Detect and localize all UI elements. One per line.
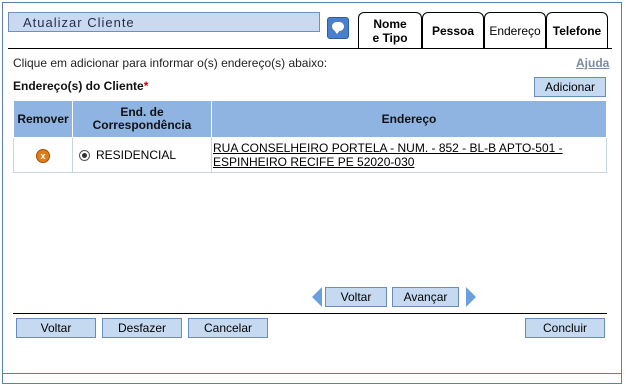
column-header-remove: Remover bbox=[13, 100, 73, 138]
required-mark: * bbox=[143, 79, 149, 93]
remove-icon[interactable]: x bbox=[36, 148, 50, 163]
correspondence-cell: RESIDENCIAL bbox=[72, 137, 212, 173]
pager-right-arrow-icon[interactable] bbox=[466, 287, 476, 307]
address-type: RESIDENCIAL bbox=[96, 148, 177, 162]
table-header-row: Remover End. de Correspondência Endereço bbox=[13, 100, 607, 138]
window-title: Atualizar Cliente bbox=[23, 15, 135, 30]
tab-endereco[interactable]: Endereço bbox=[484, 12, 546, 48]
undo-button[interactable]: Desfazer bbox=[102, 318, 182, 338]
column-header-correspondence: End. de Correspondência bbox=[72, 100, 212, 138]
tab-nome-tipo[interactable]: Nome e Tipo bbox=[358, 12, 422, 48]
bottom-border bbox=[2, 373, 622, 385]
column-header-address: Endereço bbox=[211, 100, 607, 138]
tab-divider bbox=[8, 48, 612, 49]
pager-left-arrow-icon[interactable] bbox=[312, 287, 322, 307]
tab-endereco-label: Endereço bbox=[489, 23, 541, 38]
pager-next-button[interactable]: Avançar bbox=[392, 287, 459, 307]
remove-cell: x bbox=[13, 137, 73, 173]
address-cell: RUA CONSELHEIRO PORTELA - NUM. - 852 - B… bbox=[211, 137, 607, 173]
tab-nome-tipo-label-1: Nome bbox=[373, 16, 407, 31]
table-row: x RESIDENCIAL RUA CONSELHEIRO PORTELA - … bbox=[13, 137, 607, 173]
info-text: Clique em adicionar para informar o(s) e… bbox=[13, 56, 328, 70]
back-button[interactable]: Voltar bbox=[16, 318, 96, 338]
pager-back-button[interactable]: Voltar bbox=[325, 287, 387, 307]
chat-icon[interactable] bbox=[327, 17, 349, 39]
address-table: Remover End. de Correspondência Endereço … bbox=[13, 100, 607, 173]
window-title-bar: Atualizar Cliente bbox=[8, 12, 320, 32]
tab-telefone[interactable]: Telefone bbox=[546, 12, 608, 48]
address-line-1: RUA CONSELHEIRO PORTELA - NUM. - 852 - B… bbox=[213, 141, 563, 155]
tab-pessoa[interactable]: Pessoa bbox=[422, 12, 484, 48]
address-link[interactable]: RUA CONSELHEIRO PORTELA - NUM. - 852 - B… bbox=[213, 141, 563, 169]
finish-button[interactable]: Concluir bbox=[525, 318, 605, 338]
add-button[interactable]: Adicionar bbox=[534, 77, 606, 97]
column-header-correspondence-line1: End. de bbox=[120, 105, 164, 119]
address-line-2: ESPINHEIRO RECIFE PE 52020-030 bbox=[213, 155, 415, 169]
help-link[interactable]: Ajuda bbox=[576, 56, 609, 70]
column-header-correspondence-line2: Correspondência bbox=[92, 118, 192, 132]
tab-telefone-label: Telefone bbox=[552, 23, 602, 38]
tab-pessoa-label: Pessoa bbox=[431, 23, 475, 38]
correspondence-radio[interactable] bbox=[79, 150, 90, 162]
footer-divider bbox=[13, 313, 607, 314]
cancel-button[interactable]: Cancelar bbox=[188, 318, 268, 338]
tab-nome-tipo-label-2: e Tipo bbox=[372, 30, 408, 45]
section-label: Endereço(s) do Cliente* bbox=[13, 79, 148, 93]
section-label-text: Endereço(s) do Cliente bbox=[13, 79, 144, 93]
